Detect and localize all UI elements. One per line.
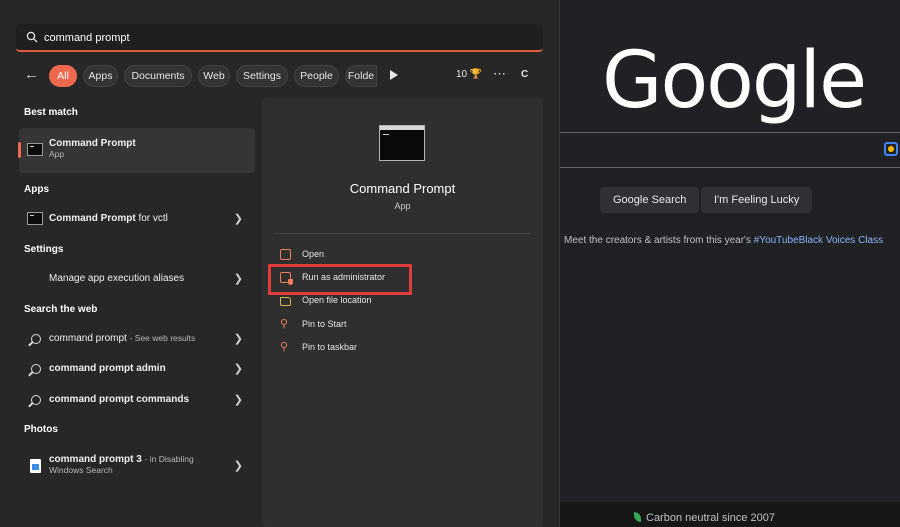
section-search-web: Search the web	[24, 304, 98, 315]
search-icon	[26, 31, 38, 43]
results-list: Best match Command Prompt App Apps Comma…	[0, 100, 262, 527]
carbon-label: Carbon neutral since 2007	[646, 512, 776, 524]
web-result-title: command prompt	[49, 333, 127, 344]
preview-pane: Command Prompt App Open Run as administr…	[262, 98, 543, 527]
preview-title: Command Prompt	[349, 181, 456, 196]
command-prompt-icon	[27, 212, 43, 225]
photo-result-location: Windows Search	[49, 465, 113, 475]
command-prompt-icon	[27, 143, 43, 156]
search-icon	[31, 334, 41, 344]
points-value: 10	[456, 69, 468, 80]
best-match-title: Command Prompt	[49, 138, 136, 149]
promo-link[interactable]: #YouTubeBlack Voices Class	[754, 235, 883, 246]
action-open-location-label: Open file location	[302, 295, 372, 305]
feeling-lucky-button[interactable]: I'm Feeling Lucky	[701, 187, 813, 213]
setting-manage-aliases[interactable]: Manage app execution aliases ❯	[19, 264, 255, 294]
filter-all[interactable]: All	[49, 65, 77, 87]
app-result-suffix: for vctl	[138, 213, 168, 224]
annotation-highlight-box	[268, 264, 412, 295]
web-result-text: command prompt admin	[49, 363, 166, 374]
action-pin-taskbar-label: Pin to taskbar	[302, 342, 358, 352]
chevron-right-icon[interactable]: ❯	[234, 212, 243, 225]
web-result-text: command prompt commands	[49, 394, 189, 405]
app-command-prompt-vctl[interactable]: Command Prompt for vctl ❯	[19, 204, 255, 234]
best-match-type: App	[49, 149, 65, 159]
search-icon	[31, 395, 41, 405]
carbon-neutral-text[interactable]: Carbon neutral since 2007	[634, 512, 775, 524]
section-apps: Apps	[24, 184, 49, 195]
search-icon	[31, 364, 41, 374]
photo-result-suffix: - in Disabling	[144, 454, 194, 464]
scroll-filters-icon[interactable]	[390, 70, 398, 80]
divider	[274, 233, 531, 234]
chevron-right-icon[interactable]: ❯	[234, 362, 243, 375]
chevron-right-icon[interactable]: ❯	[234, 272, 243, 285]
search-input[interactable]	[44, 28, 524, 48]
section-photos: Photos	[24, 424, 58, 435]
image-file-icon	[30, 459, 41, 473]
chevron-right-icon[interactable]: ❯	[234, 393, 243, 406]
filter-web[interactable]: Web	[198, 65, 230, 87]
filter-documents[interactable]: Documents	[124, 65, 192, 87]
setting-title: Manage app execution aliases	[49, 273, 185, 284]
preview-type: App	[394, 201, 411, 211]
action-open-label: Open	[302, 249, 325, 259]
web-result-command-prompt-commands[interactable]: command prompt commands ❯	[19, 385, 255, 415]
action-open[interactable]: Open	[280, 246, 520, 264]
section-settings: Settings	[24, 244, 64, 255]
leaf-icon	[634, 512, 641, 522]
google-logo: Google	[602, 36, 867, 126]
chevron-right-icon[interactable]: ❯	[234, 459, 243, 472]
action-pin-start-label: Pin to Start	[302, 319, 347, 329]
promo-text: Meet the creators & artists from this ye…	[564, 235, 883, 246]
web-result-command-prompt[interactable]: command prompt - See web results ❯	[19, 324, 255, 354]
google-search-button[interactable]: Google Search	[600, 187, 700, 213]
app-result-title: Command Prompt	[49, 213, 136, 224]
more-options-icon[interactable]: ⋯	[493, 66, 507, 82]
best-match-text: Command Prompt App	[49, 138, 136, 160]
action-pin-to-taskbar[interactable]: ⚲ Pin to taskbar	[280, 339, 520, 357]
section-best-match: Best match	[24, 107, 78, 118]
filter-folders[interactable]: Folde	[345, 65, 377, 87]
folder-icon	[280, 297, 291, 306]
filter-bar: ← All Apps Documents Web Settings People…	[18, 64, 548, 88]
back-arrow-icon[interactable]: ←	[24, 66, 44, 86]
chevron-right-icon[interactable]: ❯	[234, 332, 243, 345]
filter-apps[interactable]: Apps	[83, 65, 118, 87]
rewards-points[interactable]: 10 🏆	[456, 69, 482, 80]
web-result-suffix: - See web results	[129, 333, 196, 343]
web-result-text: command prompt - See web results	[49, 333, 195, 344]
google-search-box[interactable]	[540, 132, 900, 168]
web-result-title: command prompt commands	[49, 394, 190, 405]
photo-result-text: command prompt 3 - in Disabling Windows …	[49, 454, 194, 476]
trophy-icon: 🏆	[469, 69, 483, 80]
photo-result-title: command prompt 3	[49, 454, 142, 465]
start-search-box[interactable]	[16, 24, 543, 52]
pin-icon: ⚲	[280, 318, 289, 330]
best-match-command-prompt[interactable]: Command Prompt App	[18, 128, 255, 173]
promo-message: Meet the creators & artists from this ye…	[564, 235, 751, 246]
web-result-command-prompt-admin[interactable]: command prompt admin ❯	[19, 354, 255, 384]
camera-icon[interactable]	[884, 142, 898, 156]
filter-people[interactable]: People	[294, 65, 339, 87]
web-result-title: command prompt admin	[49, 363, 166, 374]
filter-settings[interactable]: Settings	[236, 65, 288, 87]
app-result-text: Command Prompt for vctl	[49, 213, 168, 224]
photo-result[interactable]: command prompt 3 - in Disabling Windows …	[19, 446, 255, 486]
open-icon	[280, 249, 291, 260]
account-icon[interactable]: C	[521, 69, 528, 80]
action-pin-to-start[interactable]: ⚲ Pin to Start	[280, 316, 520, 334]
command-prompt-large-icon	[379, 125, 425, 161]
pin-icon: ⚲	[280, 341, 289, 353]
